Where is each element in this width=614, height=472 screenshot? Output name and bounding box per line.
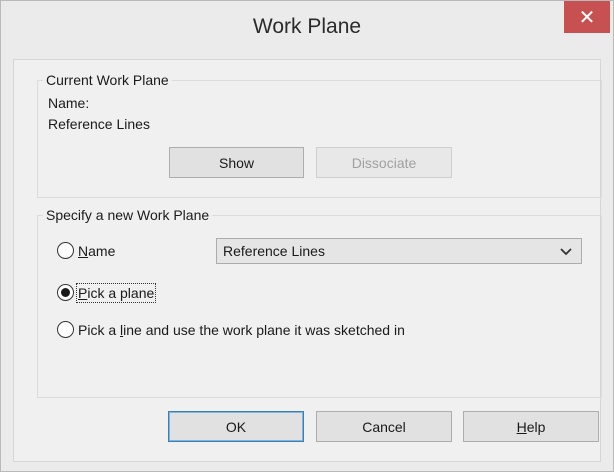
pick-plane-radio-label: Pick a plane	[75, 282, 157, 303]
current-work-plane-group: Current Work Plane	[37, 72, 602, 198]
dissociate-button: Dissociate	[316, 147, 452, 178]
work-plane-name-value: Reference Lines	[223, 243, 325, 259]
work-plane-dialog: Work Plane ✕ Current Work Plane Name: Re…	[0, 0, 614, 472]
chevron-down-icon	[560, 248, 572, 256]
name-radio-option[interactable]: Name	[57, 242, 115, 259]
close-button[interactable]: ✕	[564, 1, 610, 33]
help-button[interactable]: Help	[463, 411, 599, 442]
cancel-button[interactable]: Cancel	[316, 411, 452, 442]
window-title: Work Plane	[252, 15, 362, 38]
dialog-body: Current Work Plane Name: Reference Lines…	[13, 59, 602, 462]
name-radio-label: Name	[78, 242, 116, 259]
current-work-plane-name: Reference Lines	[48, 116, 150, 132]
close-icon: ✕	[578, 6, 596, 29]
ok-button[interactable]: OK	[168, 411, 304, 442]
title-bar[interactable]: Work Plane ✕	[1, 1, 613, 59]
current-work-plane-group-title: Current Work Plane	[43, 72, 172, 88]
pick-plane-radio[interactable]	[57, 284, 74, 301]
show-button[interactable]: Show	[169, 147, 304, 178]
name-radio[interactable]	[57, 242, 74, 259]
work-plane-name-select[interactable]: Reference Lines	[216, 238, 582, 264]
pick-line-radio-label: Pick a line and use the work plane it wa…	[78, 321, 405, 338]
new-work-plane-group-title: Specify a new Work Plane	[43, 207, 213, 223]
name-label: Name:	[48, 95, 90, 111]
pick-line-radio[interactable]	[57, 321, 74, 338]
pick-line-radio-option[interactable]: Pick a line and use the work plane it wa…	[57, 321, 405, 338]
pick-plane-radio-option[interactable]: Pick a plane	[57, 282, 157, 303]
